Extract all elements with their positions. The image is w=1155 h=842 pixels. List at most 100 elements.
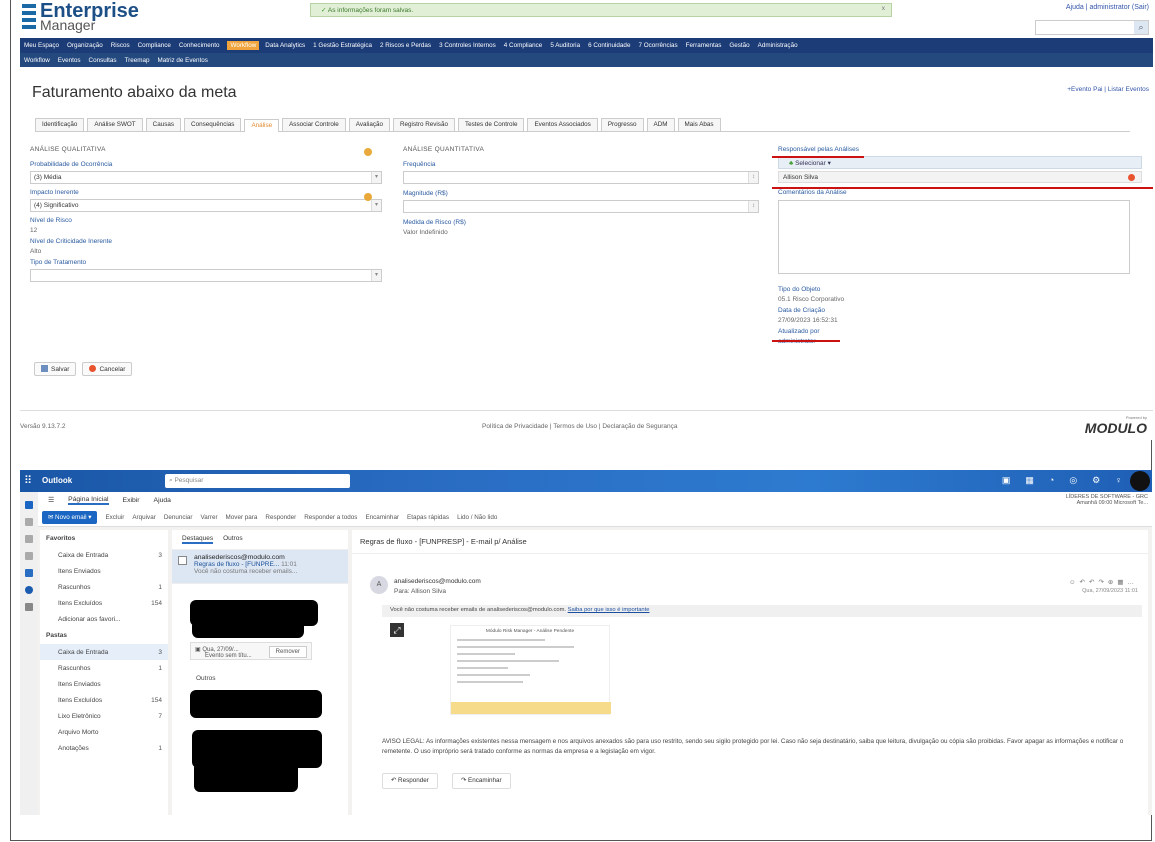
todo-icon[interactable] [25,569,33,577]
tab-item[interactable]: Mais Abas [677,118,721,131]
ribbon-command[interactable]: Varrer [201,514,218,521]
tab-item[interactable]: Causas [145,118,182,131]
avatar[interactable] [1130,471,1150,491]
tab-focused[interactable]: Destaques [182,535,214,544]
emoji-icon[interactable]: ☺ [1069,579,1080,586]
search-icon[interactable]: ⌕ [1134,21,1148,34]
submenu-item[interactable]: Workflow [24,57,50,64]
probability-select[interactable]: (3) Média ▾ [30,171,382,184]
menu-item[interactable]: 6 Continuidade [588,42,630,49]
folder-item[interactable]: Itens Excluídos 154 [40,595,168,611]
info-icon[interactable] [364,148,372,156]
calendar-icon[interactable]: ▦ [1025,475,1034,486]
folder-item[interactable]: Itens Enviados [40,676,168,692]
help-links[interactable]: Ajuda | administrator (Sair) [1066,4,1149,11]
folder-item[interactable]: Itens Excluídos 154 [40,692,168,708]
menu-item[interactable]: Administração [758,42,798,49]
close-icon[interactable]: x [882,5,885,12]
ribbon-tab[interactable]: Exibir [123,497,140,504]
tab-item[interactable]: Identificação [35,118,85,131]
tab-item[interactable]: ADM [646,118,675,131]
ribbon-command[interactable]: Encaminhar [365,514,399,521]
logo[interactable]: Enterprise Manager [20,0,160,37]
search-input[interactable]: ⌕ [1035,20,1149,35]
menu-item[interactable]: 2 Riscos e Perdas [380,42,431,49]
ribbon-tab[interactable]: Ajuda [154,497,171,504]
spinner-icon[interactable]: ↕ [748,172,758,183]
menu-item[interactable]: 5 Auditoria [550,42,580,49]
new-mail-button[interactable]: ✉ Novo email ▾ [42,510,98,524]
ribbon-command[interactable]: Mover para [226,514,258,521]
folder-item[interactable]: Anotações 1 [40,740,168,756]
title-links[interactable]: +Evento Pai | Listar Eventos [1067,86,1149,93]
favorites-heading[interactable]: Favoritos [40,530,168,547]
menu-item[interactable]: Riscos [111,42,130,49]
tab-item[interactable]: Análise SWOT [87,118,143,131]
tab-item[interactable]: Consequências [184,118,242,131]
menu-item[interactable]: Meu Espaço [24,42,59,49]
tab-other[interactable]: Outros [223,535,243,544]
frequency-input[interactable]: ↕ [403,171,759,184]
grid-icon[interactable]: ▦ [1117,579,1127,586]
spinner-icon[interactable]: ↕ [748,201,758,212]
forward-icon[interactable]: ↷ [1098,579,1107,586]
forward-button[interactable]: ↷ Encaminhar [452,773,511,789]
expand-icon[interactable]: ⤢ [390,623,404,637]
list-item[interactable]: analisederiscos@modulo.com Regras de flu… [172,550,348,584]
reply-icon[interactable]: ↶ [1080,579,1089,586]
menu-item[interactable]: Gestão [729,42,749,49]
magnitude-input[interactable]: ↕ [403,200,759,213]
submenu-item[interactable]: Consultas [89,57,117,64]
folder-item[interactable]: Rascunhos 1 [40,660,168,676]
treatment-select[interactable]: ▾ [30,269,382,282]
info-icon[interactable] [364,193,372,201]
ribbon-tab[interactable]: Página Inicial [68,496,109,505]
submenu-item[interactable]: Treemap [125,57,150,64]
warning-link[interactable]: Saiba por que isso é importante [568,607,650,613]
menu-icon[interactable]: ☰ [48,496,54,504]
folders-heading[interactable]: Pastas [40,627,168,644]
folder-item[interactable]: Caixa de Entrada 3 [40,547,168,563]
people-icon[interactable] [25,535,33,543]
search-input[interactable]: ⌕ Pesquisar [165,474,350,488]
tab-item[interactable]: Associar Controle [282,118,346,131]
tab-item[interactable]: Testes de Controle [457,118,525,131]
menu-item[interactable]: Ferramentas [686,42,722,49]
save-button[interactable]: Salvar [34,362,77,376]
chevron-down-icon[interactable]: ▾ [371,270,381,281]
bell-icon[interactable]: ◔ [1049,475,1054,486]
apps-icon[interactable] [25,603,33,611]
apps-icon[interactable]: ⊕ [1108,579,1117,586]
menu-item[interactable]: 4 Compliance [504,42,543,49]
calendar-icon[interactable] [25,518,33,526]
submenu-item[interactable]: Matriz de Eventos [158,57,208,64]
menu-item[interactable]: 3 Controles Internos [439,42,496,49]
app-launcher-icon[interactable]: ⠿ [24,474,32,487]
folder-item[interactable]: Lixo Eletrônico 7 [40,708,168,724]
folder-item[interactable]: Rascunhos 1 [40,579,168,595]
calendar-reminder[interactable]: LÍDERES DE SOFTWARE - GRC Amanhã 09:00 Mi… [1066,494,1148,506]
comments-textarea[interactable] [778,200,1130,274]
teams-icon[interactable]: ▣ [1002,475,1011,486]
menu-item[interactable]: Conhecimento [179,42,220,49]
ribbon-command[interactable]: Arquivar [132,514,155,521]
cancel-button[interactable]: Cancelar [82,362,133,376]
footer-links[interactable]: Política de Privacidade | Termos de Uso … [482,423,677,430]
folder-item[interactable]: Itens Enviados [40,563,168,579]
paperclip-icon[interactable] [25,552,33,560]
more-icon[interactable]: … [1128,579,1139,586]
menu-item[interactable]: Compliance [138,42,171,49]
tab-item[interactable]: Análise [244,119,280,132]
ribbon-command[interactable]: Responder a todos [304,514,357,521]
submenu-item[interactable]: Eventos [58,57,81,64]
chevron-down-icon[interactable]: ▾ [371,172,381,183]
chevron-down-icon[interactable]: ▾ [371,200,381,211]
folder-item[interactable]: Adicionar aos favori... [40,611,168,627]
tab-item[interactable]: Progresso [600,118,644,131]
impact-select[interactable]: (4) Significativo ▾ [30,199,382,212]
select-checkbox[interactable] [178,556,187,565]
sender-address[interactable]: analisederiscos@modulo.com [394,578,481,585]
menu-item[interactable]: Organização [67,42,103,49]
folder-item[interactable]: Caixa de Entrada 3 [40,644,168,660]
remove-icon[interactable] [1128,174,1135,181]
